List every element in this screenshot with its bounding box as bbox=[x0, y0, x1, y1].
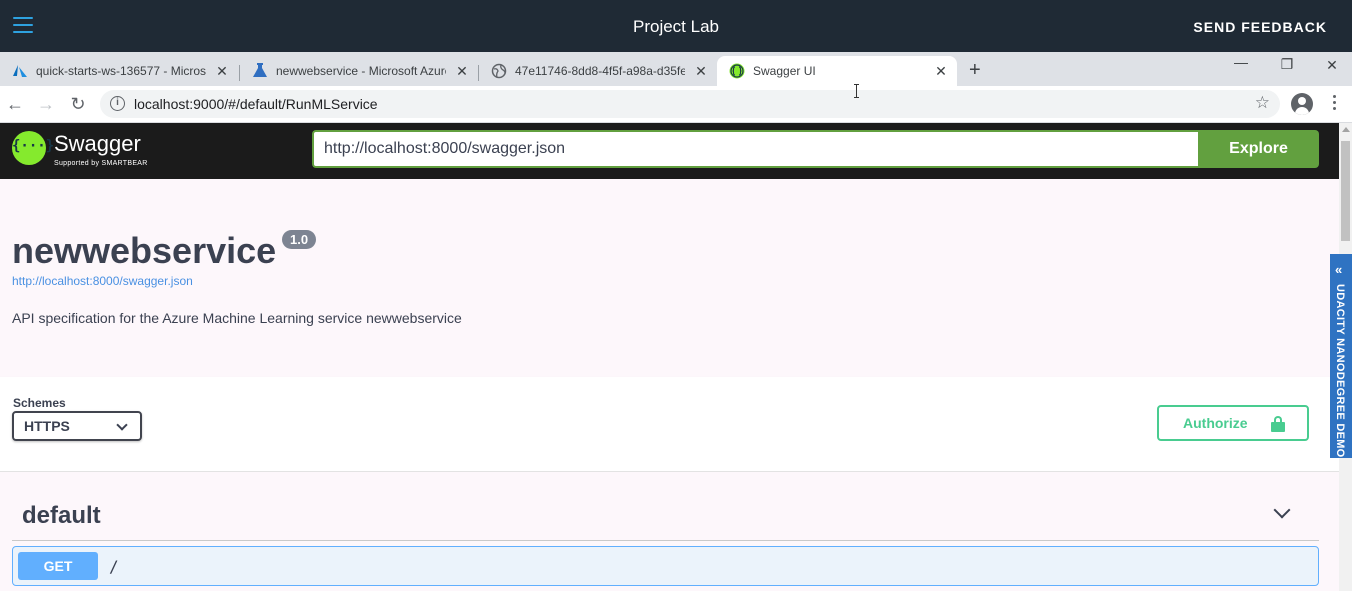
double-chevron-left-icon: « bbox=[1335, 262, 1343, 277]
schemes-select[interactable]: HTTPS bbox=[12, 411, 142, 441]
operation-get-root[interactable]: GET / bbox=[12, 546, 1319, 586]
swagger-icon bbox=[729, 63, 745, 79]
lab-title: Project Lab bbox=[633, 17, 719, 36]
authorize-label: Authorize bbox=[1183, 415, 1248, 431]
swagger-topbar: {···} Swagger Supported by SMARTBEAR htt… bbox=[0, 123, 1339, 179]
schemes-container: Schemes HTTPS Authorize bbox=[0, 377, 1339, 472]
operation-path: / bbox=[109, 557, 119, 576]
close-tab-icon[interactable]: ✕ bbox=[693, 63, 709, 80]
globe-icon bbox=[491, 63, 507, 79]
close-window-icon[interactable]: ✕ bbox=[1309, 57, 1352, 74]
schemes-label: Schemes bbox=[13, 396, 66, 410]
chevron-down-icon bbox=[116, 419, 128, 431]
api-info: newwebservice 1.0 http://localhost:8000/… bbox=[0, 179, 1339, 377]
swagger-page: {···} Swagger Supported by SMARTBEAR htt… bbox=[0, 123, 1339, 591]
spec-link[interactable]: http://localhost:8000/swagger.json bbox=[12, 274, 193, 288]
scroll-thumb[interactable] bbox=[1341, 141, 1350, 241]
close-tab-icon[interactable]: ✕ bbox=[454, 63, 470, 80]
chevron-down-icon[interactable] bbox=[1273, 501, 1291, 519]
address-bar[interactable]: i localhost:9000/#/default/RunMLService … bbox=[100, 90, 1280, 118]
forward-arrow-icon[interactable]: → bbox=[35, 93, 57, 115]
udacity-demo-tab[interactable]: « UDACITY NANODEGREE DEMO bbox=[1330, 254, 1352, 458]
authorize-button[interactable]: Authorize bbox=[1157, 405, 1309, 441]
tag-default-title[interactable]: default bbox=[22, 502, 101, 530]
tab-quick-starts[interactable]: quick-starts-ws-136577 - Microso ✕ bbox=[0, 56, 238, 86]
azure-icon bbox=[12, 63, 28, 79]
browser-tab-strip: quick-starts-ws-136577 - Microso ✕ newwe… bbox=[0, 52, 1352, 86]
lock-icon bbox=[1271, 416, 1285, 432]
minimize-icon[interactable]: — bbox=[1218, 54, 1264, 70]
api-description: API specification for the Azure Machine … bbox=[12, 310, 462, 326]
info-icon[interactable]: i bbox=[110, 96, 125, 111]
method-badge: GET bbox=[18, 552, 98, 580]
version-badge: 1.0 bbox=[282, 230, 317, 249]
azure-ml-icon bbox=[252, 63, 268, 79]
swagger-logo-icon[interactable]: {···} bbox=[12, 131, 54, 165]
new-tab-button[interactable]: + bbox=[969, 59, 981, 82]
divider bbox=[12, 540, 1319, 541]
tab-guid[interactable]: 47e11746-8dd8-4f5f-a98a-d35fe ✕ bbox=[479, 56, 717, 86]
back-arrow-icon[interactable]: ← bbox=[4, 93, 26, 115]
spec-url-input[interactable]: http://localhost:8000/swagger.json bbox=[312, 130, 1200, 168]
browser-toolbar: ← → ↻ i localhost:9000/#/default/RunMLSe… bbox=[0, 86, 1352, 123]
operations-section: default GET / bbox=[0, 472, 1339, 591]
tab-swagger-ui[interactable]: Swagger UI ✕ bbox=[717, 56, 957, 86]
close-tab-icon[interactable]: ✕ bbox=[214, 63, 230, 80]
tab-label: newwebservice - Microsoft Azure bbox=[276, 64, 446, 78]
restore-icon[interactable]: ❐ bbox=[1264, 56, 1310, 73]
swagger-brand-subtitle: Supported by SMARTBEAR bbox=[54, 160, 148, 167]
url-text[interactable]: localhost:9000/#/default/RunMLService bbox=[134, 96, 378, 112]
tab-newwebservice[interactable]: newwebservice - Microsoft Azure ✕ bbox=[240, 56, 478, 86]
text-cursor-icon bbox=[854, 84, 859, 98]
tab-label: Swagger UI bbox=[753, 64, 816, 78]
swagger-brand: Swagger bbox=[54, 131, 141, 156]
close-tab-icon[interactable]: ✕ bbox=[933, 63, 949, 80]
api-title: newwebservice bbox=[12, 230, 277, 271]
bookmark-star-icon[interactable]: ☆ bbox=[1255, 93, 1270, 113]
tab-label: quick-starts-ws-136577 - Microso bbox=[36, 64, 206, 78]
reload-icon[interactable]: ↻ bbox=[67, 93, 89, 115]
profile-avatar-icon[interactable] bbox=[1291, 93, 1313, 115]
project-lab-bar: Project Lab SEND FEEDBACK bbox=[0, 0, 1352, 52]
scroll-up-arrow-icon[interactable] bbox=[1342, 127, 1350, 132]
tab-label: 47e11746-8dd8-4f5f-a98a-d35fe bbox=[515, 64, 685, 78]
schemes-selected-value: HTTPS bbox=[24, 418, 70, 434]
browser-menu-icon[interactable] bbox=[1328, 95, 1340, 113]
explore-button[interactable]: Explore bbox=[1198, 130, 1319, 168]
udacity-demo-label: UDACITY NANODEGREE DEMO bbox=[1334, 284, 1346, 458]
send-feedback-button[interactable]: SEND FEEDBACK bbox=[1193, 19, 1327, 35]
